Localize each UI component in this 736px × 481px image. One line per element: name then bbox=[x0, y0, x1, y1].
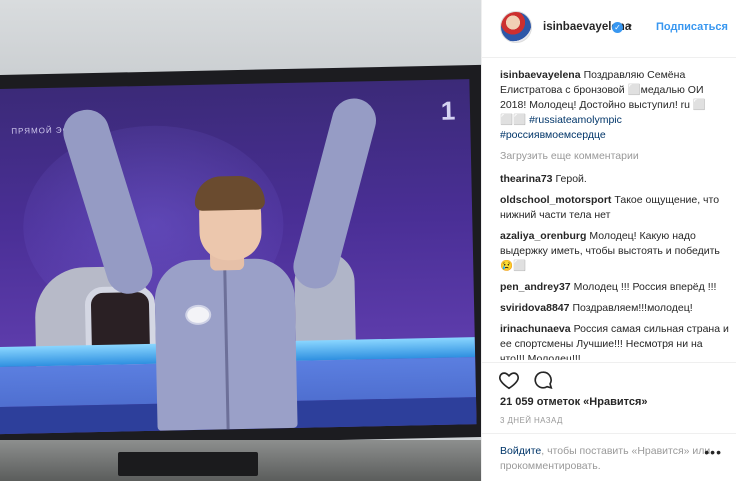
caption-username[interactable]: isinbaevayelena bbox=[500, 69, 581, 81]
login-prompt: Войдите, чтобы поставить «Нравится» или … bbox=[482, 433, 736, 481]
post-actions-bar bbox=[482, 362, 736, 398]
comment-text: Молодец !!! Россия вперёд !!! bbox=[573, 281, 717, 293]
follow-button[interactable]: Подписаться bbox=[656, 21, 728, 33]
heart-icon[interactable] bbox=[498, 369, 520, 391]
tv-frame: ПРЯМОЙ ЭФИР 1 bbox=[0, 64, 481, 448]
hashtag-link[interactable]: #россиявмоемсердце bbox=[500, 129, 606, 141]
login-link[interactable]: Войдите bbox=[500, 445, 541, 457]
verified-badge-icon: ✓ bbox=[612, 22, 623, 33]
comment-item: thearina73 Герой. bbox=[500, 172, 730, 187]
channel-logo: 1 bbox=[440, 95, 456, 126]
comments-list[interactable]: isinbaevayelena Поздравляю Семёна Елистра… bbox=[500, 68, 730, 360]
comment-username[interactable]: oldschool_motorsport bbox=[500, 194, 611, 206]
set-top-box bbox=[118, 452, 258, 476]
comment-username[interactable]: thearina73 bbox=[500, 173, 553, 185]
hashtag-link[interactable]: #russiateamolympic bbox=[529, 114, 622, 126]
caption: isinbaevayelena Поздравляю Семёна Елистра… bbox=[500, 68, 730, 143]
separator-dot: • bbox=[628, 20, 632, 32]
post-photo[interactable]: ПРЯМОЙ ЭФИР 1 bbox=[0, 0, 481, 481]
tv-screen: ПРЯМОЙ ЭФИР 1 bbox=[0, 79, 477, 435]
comment-username[interactable]: sviridova8847 bbox=[500, 302, 569, 314]
more-options-icon[interactable]: ••• bbox=[704, 444, 722, 460]
load-more-comments-link[interactable]: Загрузить еще комментарии bbox=[500, 149, 730, 164]
comment-text: Поздравляем!!!молодец! bbox=[572, 302, 693, 314]
avatar[interactable] bbox=[500, 11, 532, 43]
comment-username[interactable]: irinachunaeva bbox=[500, 323, 571, 335]
comment-item: oldschool_motorsport Такое ощущение, что … bbox=[500, 193, 730, 223]
comment-icon[interactable] bbox=[532, 369, 554, 391]
skater-hair bbox=[194, 175, 266, 211]
comment-item: sviridova8847 Поздравляем!!!молодец! bbox=[500, 301, 730, 316]
post-side-panel: isinbaevayelena ✓ • Подписаться isinbaev… bbox=[481, 0, 736, 481]
comment-item: pen_andrey37 Молодец !!! Россия вперёд !!… bbox=[500, 280, 730, 295]
post-time: 3 ДНЕЙ НАЗАД bbox=[500, 416, 563, 425]
post-header: isinbaevayelena ✓ • Подписаться bbox=[482, 0, 736, 58]
comment-item: azaliya_orenburg Молодец! Какую надо выде… bbox=[500, 229, 730, 274]
comment-text: Герой. bbox=[555, 173, 587, 185]
comment-item: irinachunaeva Россия самая сильная страна… bbox=[500, 322, 730, 360]
comment-username[interactable]: azaliya_orenburg bbox=[500, 230, 586, 242]
skater-right-arm bbox=[288, 93, 381, 294]
likes-count[interactable]: 21 059 отметок «Нравится» bbox=[500, 396, 648, 408]
comment-username[interactable]: pen_andrey37 bbox=[500, 281, 571, 293]
